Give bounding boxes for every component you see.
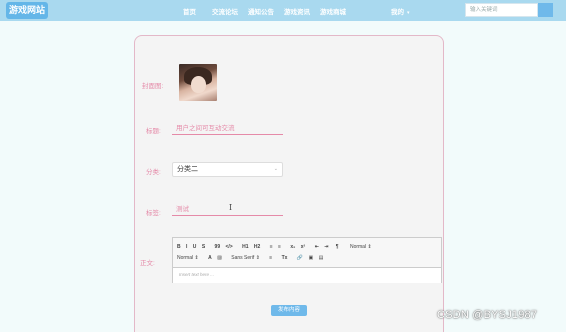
superscript-button[interactable]: x²: [301, 244, 305, 250]
nav-news[interactable]: 游戏资讯: [284, 6, 310, 16]
category-label: 分类:: [146, 169, 161, 176]
strike-button[interactable]: S: [202, 244, 205, 250]
editor-toolbar-row1: B I U S 99 </> H1 H2 ≡ ≡ x₂ x² ⇤ ⇥ ¶ Nor…: [177, 244, 376, 253]
chevron-down-icon: ⌄: [273, 166, 278, 172]
body-label: 正文:: [140, 260, 155, 267]
watermark: CSDN @BYSJ1987: [437, 309, 538, 321]
top-navbar: 游戏网站 首页 交流论坛 通知公告 游戏资讯 游戏商城 我的 ▾: [0, 0, 566, 21]
nav-shop[interactable]: 游戏商城: [320, 6, 346, 16]
subscript-button[interactable]: x₂: [290, 244, 295, 250]
editor-toolbar-row2: Normal ⇕ A ▨ Sans Serif ⇕ ≡ Tx 🔗 ▣ ▤: [177, 255, 327, 264]
underline-button[interactable]: U: [193, 244, 197, 250]
bullet-list-button[interactable]: ≡: [278, 244, 281, 250]
align-button[interactable]: ≡: [269, 255, 272, 261]
video-icon[interactable]: ▤: [319, 255, 324, 261]
direction-button[interactable]: ¶: [336, 244, 339, 250]
nav-user-menu[interactable]: 我的 ▾: [391, 6, 410, 16]
editor-content-area[interactable]: Insert text here ...: [173, 267, 441, 283]
ordered-list-button[interactable]: ≡: [270, 244, 273, 250]
code-button[interactable]: </>: [226, 244, 233, 250]
user-menu-label: 我的: [391, 9, 404, 16]
chevron-down-icon: ▾: [407, 10, 410, 16]
search-input[interactable]: [465, 3, 538, 17]
h2-button[interactable]: H2: [254, 244, 260, 250]
indent-button[interactable]: ⇥: [324, 244, 328, 250]
h1-button[interactable]: H1: [242, 244, 248, 250]
rich-text-editor[interactable]: B I U S 99 </> H1 H2 ≡ ≡ x₂ x² ⇤ ⇥ ¶ Nor…: [172, 237, 442, 283]
nav-notice[interactable]: 通知公告: [248, 6, 274, 16]
image-icon[interactable]: ▣: [308, 255, 313, 261]
tags-label: 标签:: [146, 210, 161, 217]
outdent-button[interactable]: ⇤: [315, 244, 319, 250]
title-input[interactable]: 用户之间可互动交流: [172, 123, 283, 135]
clear-format-button[interactable]: Tx: [282, 255, 288, 261]
font-color-button[interactable]: A: [208, 255, 212, 261]
size-select[interactable]: Normal ⇕: [350, 244, 372, 250]
nav-home[interactable]: 首页: [183, 6, 196, 16]
nav-forum[interactable]: 交流论坛: [212, 6, 238, 16]
header-select[interactable]: Normal ⇕: [177, 255, 199, 261]
category-select[interactable]: 分类二 ⌄: [172, 162, 283, 177]
italic-button[interactable]: I: [186, 244, 187, 250]
category-value: 分类二: [177, 166, 198, 173]
link-icon[interactable]: 🔗: [297, 255, 303, 261]
site-logo[interactable]: 游戏网站: [6, 2, 49, 19]
text-cursor-icon: I: [229, 203, 233, 212]
cover-image[interactable]: [179, 64, 217, 101]
background-color-button[interactable]: ▨: [217, 255, 222, 261]
search-button[interactable]: [538, 3, 553, 17]
cover-label: 封面图:: [142, 83, 164, 90]
title-label: 标题:: [146, 128, 161, 135]
font-select[interactable]: Sans Serif ⇕: [231, 255, 260, 261]
quote-button[interactable]: 99: [215, 244, 221, 250]
tags-input[interactable]: 测试: [172, 204, 283, 216]
bold-button[interactable]: B: [177, 244, 181, 250]
submit-button[interactable]: 发布内容: [271, 305, 307, 316]
